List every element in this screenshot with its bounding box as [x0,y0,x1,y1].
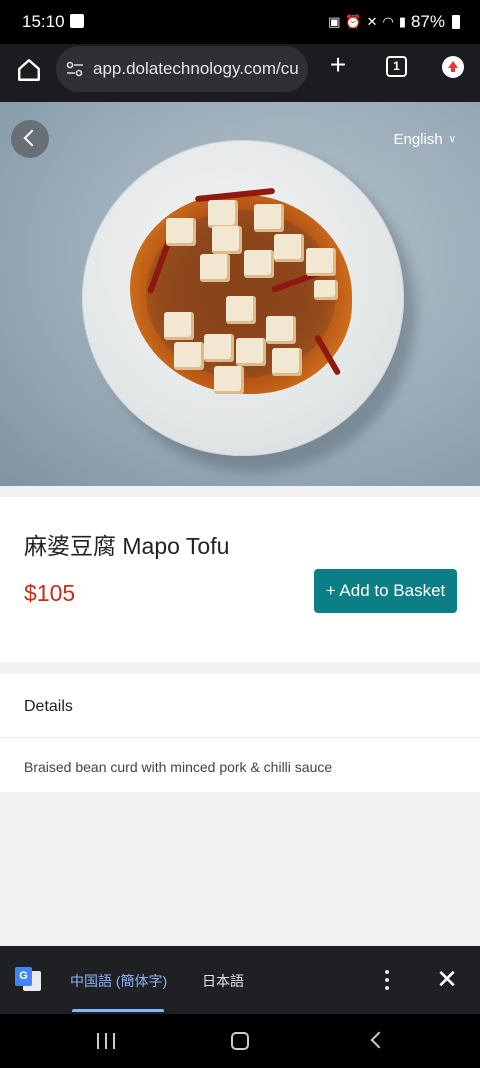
close-icon[interactable]: ✕ [436,966,458,992]
home-button[interactable] [231,1032,249,1050]
alarm-icon: ⏰ [345,14,362,29]
translate-bar: G 中国語 (簡体字) 日本語 ✕ [0,946,480,1014]
language-label[interactable]: English [393,131,442,148]
add-to-basket-button[interactable]: + Add to Basket [314,569,457,613]
product-name: 麻婆豆腐 Mapo Tofu [24,533,230,559]
translate-tab-chinese-simplified[interactable]: 中国語 (簡体字) [70,971,167,991]
back-nav-button[interactable] [370,1031,388,1049]
recents-button[interactable] [97,1033,117,1049]
new-tab-button[interactable]: + [326,51,350,79]
translate-tab-japanese[interactable]: 日本語 [202,971,244,991]
battery-icon [452,15,460,29]
site-settings-icon[interactable] [66,60,84,78]
divider [0,737,480,738]
details-card: Details Braised bean curd with minced po… [0,674,480,792]
status-bar: 15:10 ▣ ⏰ ✕ ◠ ▮ 87% [0,0,480,44]
product-card: 麻婆豆腐 Mapo Tofu $105 + Add to Basket [0,497,480,662]
update-icon[interactable] [442,56,464,78]
back-button[interactable] [11,120,49,158]
status-icons: ▣ ⏰ ✕ ◠ ▮ 87% [328,12,460,32]
language-selector[interactable]: English ∨ [393,131,456,148]
more-options-icon[interactable] [380,968,394,992]
google-translate-icon: G [15,967,41,993]
chevron-down-icon: ∨ [448,134,456,145]
signal-icon: ▮ [398,14,406,29]
battery-percent: 87% [410,12,445,31]
details-title: Details [24,698,73,715]
address-bar[interactable]: app.dolatechnology.com/cu [56,46,308,92]
browser-toolbar: app.dolatechnology.com/cu + 1 [0,44,480,102]
status-time: 15:10 [22,12,65,31]
system-nav-bar [0,1014,480,1068]
mute-icon: ✕ [366,14,378,29]
url-text[interactable]: app.dolatechnology.com/cu [93,59,299,79]
tab-switcher-button[interactable]: 1 [386,56,407,77]
product-image: English ∨ [0,102,480,486]
selected-tab-indicator [72,1009,164,1012]
product-price: $105 [24,580,76,606]
image-icon [70,14,84,28]
home-icon[interactable] [16,57,42,83]
battery-saver-icon: ▣ [328,14,341,29]
details-description: Braised bean curd with minced pork & chi… [24,759,333,775]
wifi-icon: ◠ [382,14,394,29]
